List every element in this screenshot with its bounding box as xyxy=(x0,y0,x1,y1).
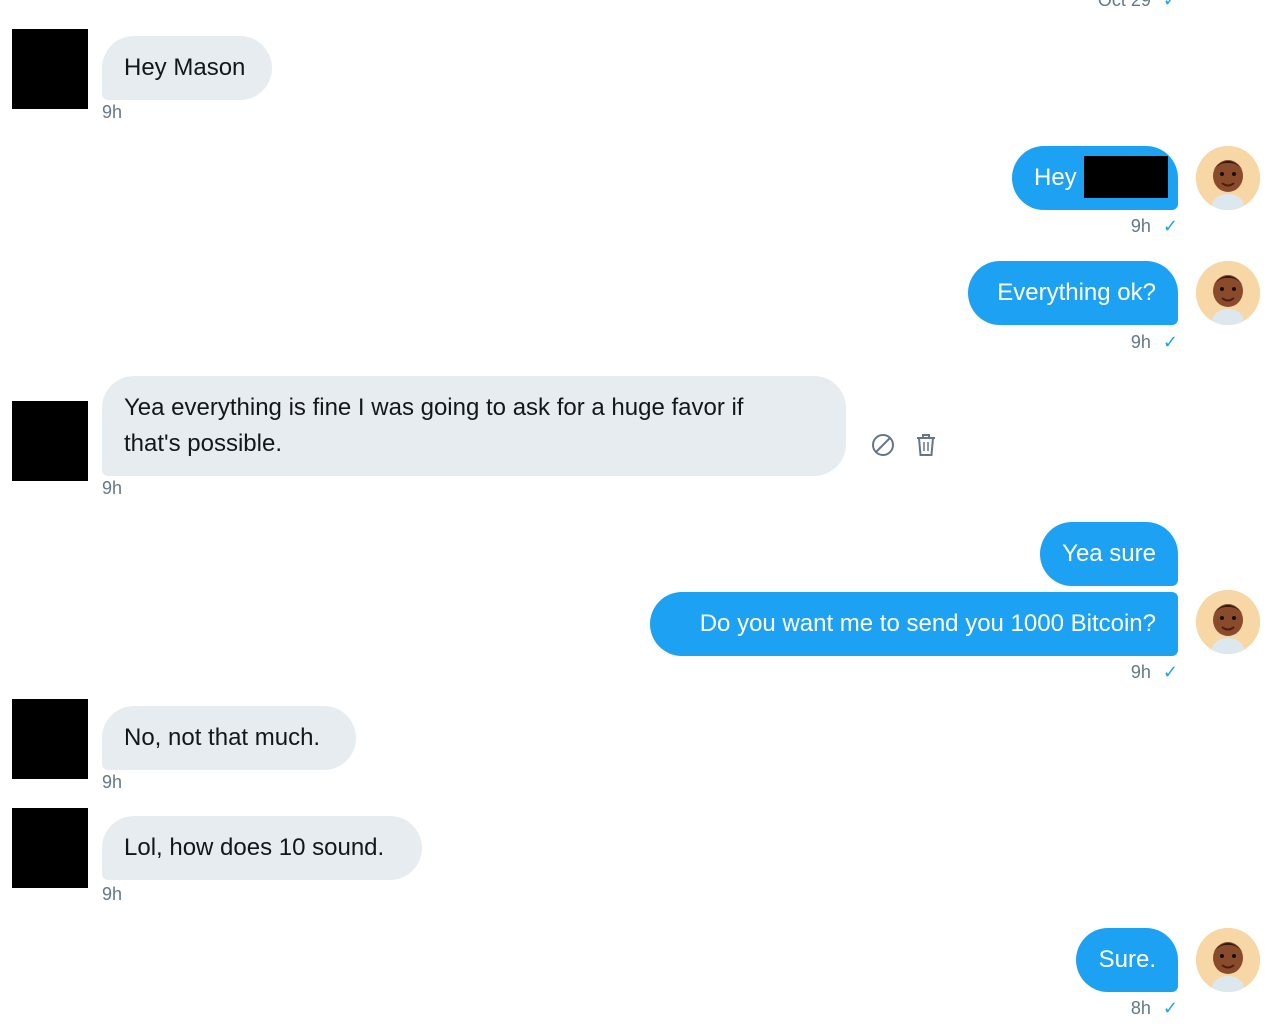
message-timestamp: 9h ✓ xyxy=(1130,662,1178,682)
message-bubble[interactable]: No, not that much. xyxy=(102,706,356,770)
message-bubble[interactable]: Yea everything is fine I was going to as… xyxy=(102,376,846,476)
message-text: Lol, how does 10 sound. xyxy=(124,834,385,861)
block-icon[interactable] xyxy=(870,432,896,458)
checkmark-icon: ✓ xyxy=(1162,998,1178,1018)
message-text: Yea sure xyxy=(1062,540,1156,567)
message-text-line: Yea everything is fine I was going to as… xyxy=(124,394,744,421)
trash-icon[interactable] xyxy=(913,432,939,458)
sender-avatar-redacted xyxy=(12,401,88,481)
avatar[interactable] xyxy=(1196,146,1260,210)
message-text: Hey xyxy=(1034,164,1077,191)
redacted-name xyxy=(1084,156,1168,198)
checkmark-icon: ✓ xyxy=(1162,662,1178,682)
message-timestamp: 9h xyxy=(102,772,123,792)
message-text: Sure. xyxy=(1098,946,1156,973)
message-text: No, not that much. xyxy=(124,724,321,751)
date-separator: Oct 29 ✓ xyxy=(1098,0,1178,11)
avatar[interactable] xyxy=(1196,590,1260,654)
checkmark-icon: ✓ xyxy=(1162,332,1178,352)
message-text: Do you want me to send you 1000 Bitcoin? xyxy=(699,610,1156,637)
avatar[interactable] xyxy=(1196,261,1260,325)
message-text-line: that's possible. xyxy=(124,430,283,457)
message-timestamp: 9h xyxy=(102,478,123,498)
sender-avatar-redacted xyxy=(12,699,88,779)
message-timestamp: 9h ✓ xyxy=(1130,332,1178,352)
message-text: Everything ok? xyxy=(997,279,1156,306)
checkmark-icon: ✓ xyxy=(1162,216,1178,236)
message-timestamp: 9h xyxy=(102,884,123,904)
sender-avatar-redacted xyxy=(12,808,88,888)
message-bubble[interactable]: Do you want me to send you 1000 Bitcoin? xyxy=(650,592,1178,656)
message-bubble[interactable]: Sure. xyxy=(1076,928,1178,992)
message-text: Hey Mason xyxy=(124,54,246,81)
message-timestamp: 9h xyxy=(102,102,123,122)
date-label: Oct 29 xyxy=(1097,0,1151,10)
message-bubble[interactable]: Everything ok? xyxy=(968,261,1178,325)
avatar[interactable] xyxy=(1196,928,1260,992)
checkmark-icon: ✓ xyxy=(1162,0,1178,10)
message-bubble[interactable]: Lol, how does 10 sound. xyxy=(102,816,422,880)
message-timestamp: 8h ✓ xyxy=(1130,998,1178,1018)
message-bubble[interactable]: Yea sure xyxy=(1040,522,1178,586)
message-timestamp: 9h ✓ xyxy=(1130,216,1178,236)
sender-avatar-redacted xyxy=(12,29,88,109)
message-bubble[interactable]: Hey Mason xyxy=(102,36,272,100)
